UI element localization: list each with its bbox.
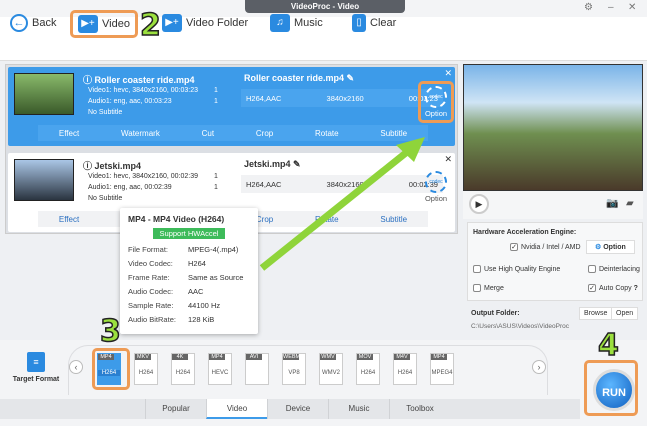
tooltip-row: Audio BitRate: 128 KiB (128, 312, 250, 326)
tooltip-value: MPEG-4(.mp4) (188, 244, 239, 254)
tooltip-row: Frame Rate: Same as Source (128, 270, 250, 284)
tooltip-value: H264 (188, 258, 206, 268)
tooltip-key: Video Codec: (128, 258, 173, 268)
tooltip-value: AAC (188, 286, 204, 296)
tooltip-value: 128 KiB (188, 314, 215, 324)
annotation-arrow (259, 137, 425, 271)
tooltip-key: Audio Codec: (128, 286, 174, 296)
format-tooltip: MP4 - MP4 Video (H264) Support HWAccel F… (120, 208, 258, 334)
tooltip-key: Audio BitRate: (128, 314, 176, 324)
tooltip-row: Audio Codec: AAC (128, 284, 250, 298)
tooltip-value: Same as Source (188, 272, 244, 282)
tooltip-row: File Format: MPEG-4(.mp4) (128, 242, 250, 256)
tooltip-key: Sample Rate: (128, 300, 174, 310)
tooltip-value: 44100 Hz (188, 300, 221, 310)
hwaccel-badge: Support HWAccel (153, 228, 225, 239)
tooltip-key: Frame Rate: (128, 272, 170, 282)
tooltip-row: Sample Rate: 44100 Hz (128, 298, 250, 312)
tooltip-key: File Format: (128, 244, 169, 254)
tooltip-title: MP4 - MP4 Video (H264) (128, 214, 225, 224)
arrow-shaft (259, 145, 415, 271)
tooltip-row: Video Codec: H264 (128, 256, 250, 270)
